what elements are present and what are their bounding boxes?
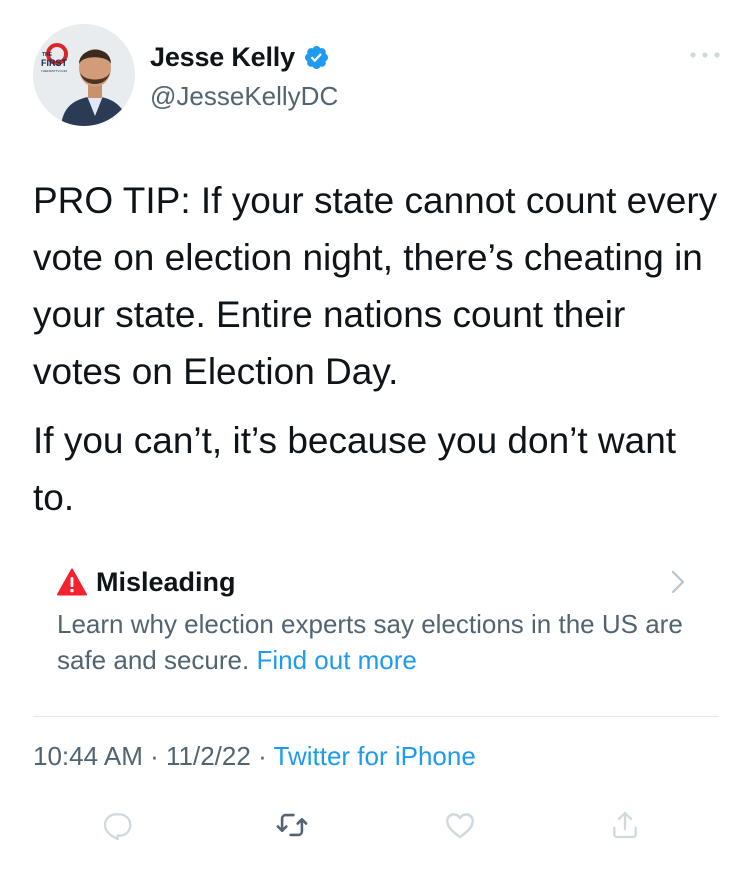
divider xyxy=(33,716,719,717)
tweet-source-link[interactable]: Twitter for iPhone xyxy=(274,741,476,771)
avatar-badge-url: THEFIRSTTV.COM xyxy=(41,69,68,73)
chevron-right-icon[interactable] xyxy=(671,570,685,594)
notice-title: Misleading xyxy=(96,566,236,597)
avatar[interactable]: THE FIRST THEFIRSTTV.COM xyxy=(33,24,135,126)
share-icon xyxy=(609,809,641,846)
like-button[interactable] xyxy=(438,805,482,849)
avatar-image: THE FIRST THEFIRSTTV.COM xyxy=(33,24,135,126)
retweet-icon xyxy=(275,808,309,847)
tweet-text: PRO TIP: If your state cannot count ever… xyxy=(33,172,723,538)
reply-icon xyxy=(101,809,133,846)
verified-badge-icon xyxy=(303,44,330,71)
share-button[interactable] xyxy=(603,805,647,849)
tweet-time: 10:44 AM xyxy=(33,741,143,771)
author-name-row: Jesse Kelly xyxy=(150,42,330,73)
tweet-paragraph-1: PRO TIP: If your state cannot count ever… xyxy=(33,180,718,392)
warning-triangle-icon xyxy=(57,568,87,596)
meta-separator: · xyxy=(258,741,267,771)
tweet-header: THE FIRST THEFIRSTTV.COM Jesse Kelly @Je… xyxy=(33,24,723,134)
tweet-date[interactable]: 11/2/22 xyxy=(166,741,251,771)
tweet-actions xyxy=(0,805,750,855)
meta-separator: · xyxy=(150,741,159,771)
misleading-notice[interactable]: Misleading Learn why election experts sa… xyxy=(57,562,697,678)
tweet-meta: 10:44 AM · 11/2/22 · Twitter for iPhone xyxy=(33,741,476,772)
more-horizontal-icon[interactable] xyxy=(687,48,723,62)
avatar-badge-main: FIRST xyxy=(41,58,68,68)
notice-title-row: Misleading xyxy=(57,562,697,602)
reply-button[interactable] xyxy=(95,805,139,849)
retweet-button[interactable] xyxy=(270,805,314,849)
author-handle[interactable]: @JesseKellyDC xyxy=(150,81,338,112)
tweet-paragraph-2: If you can’t, it’s because you don’t wan… xyxy=(33,420,677,518)
find-out-more-link[interactable]: Find out more xyxy=(256,645,416,675)
notice-text: Learn why election experts say elections… xyxy=(57,606,697,678)
heart-icon xyxy=(443,808,477,847)
author-display-name[interactable]: Jesse Kelly xyxy=(150,42,295,73)
